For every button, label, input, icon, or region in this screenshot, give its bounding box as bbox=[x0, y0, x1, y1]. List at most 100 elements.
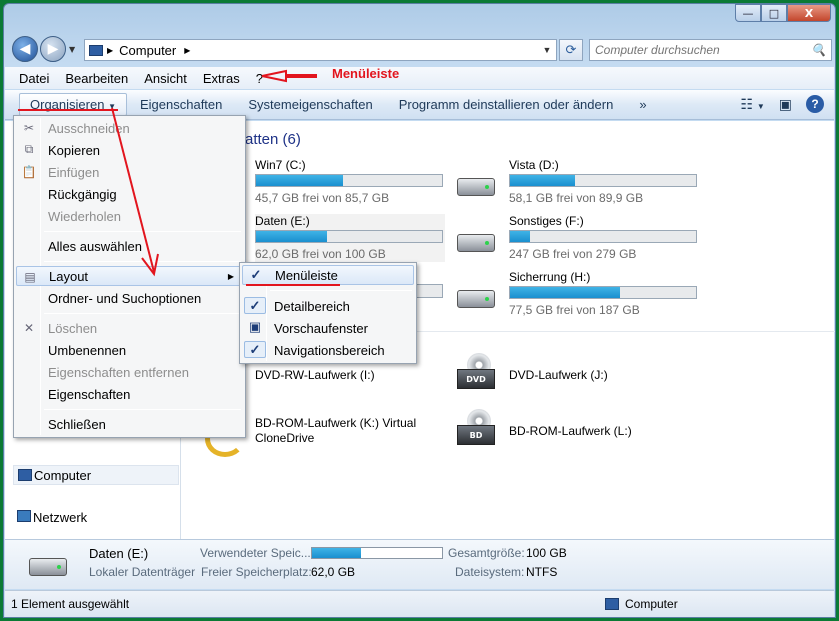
drive-usage-bar bbox=[509, 230, 697, 243]
detail-free-value: 62,0 GB bbox=[311, 565, 356, 579]
menu-item-label: Rückgängig bbox=[48, 186, 117, 202]
menu-item-select-all[interactable]: Alles auswählen bbox=[16, 236, 243, 256]
organize-button[interactable]: Organisieren ▼ bbox=[19, 93, 127, 116]
optical-drive-l[interactable]: BD-ROM-Laufwerk (L:) bbox=[509, 424, 632, 438]
bd-drive-icon: BD bbox=[457, 409, 497, 449]
close-button[interactable]: X bbox=[787, 4, 831, 22]
drive-usage-fill bbox=[256, 175, 344, 186]
recent-pages-dropdown[interactable]: ▼ bbox=[69, 45, 75, 54]
drive-free-space: 77,5 GB frei von 187 GB bbox=[509, 303, 640, 317]
search-icon[interactable]: 🔍 bbox=[811, 43, 826, 57]
drive-name: Win7 (C:) bbox=[255, 158, 306, 172]
menu-separator bbox=[44, 261, 241, 262]
menu-item-label: Menüleiste bbox=[275, 267, 338, 283]
menu-item-label: Einfügen bbox=[48, 164, 100, 180]
menu-item-details-pane[interactable]: ✓ Detailbereich bbox=[242, 296, 414, 316]
hard-drive-icon bbox=[29, 558, 67, 576]
menu-datei[interactable]: Datei bbox=[11, 71, 57, 86]
menu-item-close[interactable]: Schließen bbox=[16, 414, 243, 434]
group-title-hard-disks[interactable]: atten (6) bbox=[245, 131, 301, 148]
nav-item-label: Netzwerk bbox=[33, 509, 88, 525]
breadcrumb-separator[interactable]: ▶ bbox=[107, 46, 113, 55]
preview-pane-button[interactable]: ▣ bbox=[779, 96, 792, 113]
optical-drive-i[interactable]: DVD-RW-Laufwerk (I:) bbox=[255, 368, 375, 382]
drive-name: Vista (D:) bbox=[509, 158, 559, 172]
menu-item-navigation-pane[interactable]: ✓ Navigationsbereich bbox=[242, 340, 414, 360]
menu-item-properties[interactable]: Eigenschaften bbox=[16, 384, 243, 404]
drive-item-f[interactable]: Sonstiges (F:) 247 GB frei von 279 GB bbox=[509, 214, 699, 262]
menu-item-label: Umbenennen bbox=[48, 342, 127, 358]
menu-item-preview-pane[interactable]: ▣ Vorschaufenster bbox=[242, 318, 414, 338]
back-button[interactable]: ◀ bbox=[12, 36, 38, 62]
nav-item-network[interactable]: Netzwerk bbox=[13, 507, 179, 527]
bd-badge: BD bbox=[457, 425, 495, 445]
menu-help[interactable]: ? bbox=[248, 71, 271, 86]
organize-label: Organisieren bbox=[30, 97, 105, 112]
menu-item-paste[interactable]: 📋 Einfügen bbox=[16, 162, 243, 182]
maximize-button[interactable]: □ bbox=[761, 4, 787, 22]
computer-icon bbox=[18, 469, 32, 481]
preview-pane-icon: ▣ bbox=[248, 319, 262, 334]
menu-item-label: Vorschaufenster bbox=[274, 320, 368, 336]
help-button[interactable]: ? bbox=[806, 95, 824, 113]
breadcrumb-separator[interactable]: ▶ bbox=[184, 46, 190, 55]
drive-item-h[interactable]: Sicherrung (H:) 77,5 GB frei von 187 GB bbox=[509, 270, 699, 318]
menu-item-remove-properties[interactable]: Eigenschaften entfernen bbox=[16, 362, 243, 382]
refresh-icon: ⟳ bbox=[565, 42, 577, 58]
menu-extras[interactable]: Extras bbox=[195, 71, 248, 86]
menu-item-undo[interactable]: Rückgängig bbox=[16, 184, 243, 204]
drive-usage-fill bbox=[510, 231, 531, 242]
layout-icon: ▤ bbox=[24, 269, 36, 284]
nav-item-computer[interactable]: Computer bbox=[13, 465, 179, 485]
system-properties-button[interactable]: Systemeigenschaften bbox=[235, 97, 385, 112]
breadcrumb-computer[interactable]: Computer bbox=[119, 43, 176, 58]
check-icon: ✓ bbox=[244, 297, 266, 314]
search-input[interactable] bbox=[595, 43, 795, 57]
menu-item-folder-options[interactable]: Ordner- und Suchoptionen bbox=[16, 288, 243, 308]
minimize-button[interactable]: — bbox=[735, 4, 761, 22]
menu-item-redo[interactable]: Wiederholen bbox=[16, 206, 243, 226]
network-icon bbox=[17, 510, 31, 522]
drive-item-c[interactable]: Win7 (C:) 45,7 GB frei von 85,7 GB bbox=[255, 158, 445, 206]
paste-icon: 📋 bbox=[21, 164, 37, 179]
drive-free-space: 45,7 GB frei von 85,7 GB bbox=[255, 191, 390, 205]
view-options-button[interactable]: ☷ ▼ bbox=[740, 96, 764, 113]
menu-item-copy[interactable]: ⧉ Kopieren bbox=[16, 140, 243, 160]
menu-item-delete[interactable]: ✕ Löschen bbox=[16, 318, 243, 338]
hard-drive-icon bbox=[457, 234, 495, 252]
dvd-drive-icon: DVD bbox=[457, 353, 497, 393]
optical-drive-j[interactable]: DVD-Laufwerk (J:) bbox=[509, 368, 608, 382]
menu-item-label: Schließen bbox=[48, 416, 106, 432]
optical-drive-k[interactable]: BD-ROM-Laufwerk (K:) Virtual CloneDrive bbox=[255, 416, 425, 446]
refresh-button[interactable]: ⟳ bbox=[559, 39, 583, 61]
menu-ansicht[interactable]: Ansicht bbox=[136, 71, 195, 86]
menu-item-cut[interactable]: ✂ Ausschneiden bbox=[16, 118, 243, 138]
drive-name: BD-ROM-Laufwerk (K:) Virtual CloneDrive bbox=[255, 416, 417, 445]
drive-name: DVD-RW-Laufwerk (I:) bbox=[255, 368, 375, 382]
menu-separator bbox=[44, 313, 241, 314]
menu-item-label: Ausschneiden bbox=[48, 120, 130, 136]
preview-pane-icon: ▣ bbox=[778, 95, 792, 112]
computer-icon bbox=[89, 44, 103, 56]
drive-name: Sonstiges (F:) bbox=[509, 214, 584, 228]
nav-item-label: Computer bbox=[34, 467, 92, 483]
caption-buttons: — □ X bbox=[735, 4, 831, 22]
forward-button[interactable]: ▶ bbox=[40, 36, 66, 62]
properties-button[interactable]: Eigenschaften bbox=[127, 97, 235, 112]
menu-separator bbox=[44, 231, 241, 232]
search-box[interactable]: 🔍 bbox=[589, 39, 832, 61]
drive-item-d[interactable]: Vista (D:) 58,1 GB frei von 89,9 GB bbox=[509, 158, 699, 206]
address-bar[interactable]: ▶ Computer ▶ ▼ bbox=[84, 39, 557, 61]
drive-usage-fill bbox=[256, 231, 327, 242]
address-dropdown-button[interactable]: ▼ bbox=[538, 45, 556, 55]
drive-item-e[interactable]: Daten (E:) 62,0 GB frei von 100 GB bbox=[255, 214, 445, 262]
drive-usage-fill bbox=[510, 287, 620, 298]
menu-item-layout[interactable]: ▤ Layout ▶ bbox=[16, 266, 243, 286]
menu-item-menubar[interactable]: ✓ Menüleiste bbox=[242, 265, 414, 285]
uninstall-program-button[interactable]: Programm deinstallieren oder ändern bbox=[386, 97, 627, 112]
chevron-down-icon: ▼ bbox=[756, 101, 765, 111]
menu-bearbeiten[interactable]: Bearbeiten bbox=[57, 71, 136, 86]
more-commands-button[interactable]: » bbox=[626, 97, 659, 112]
menu-item-rename[interactable]: Umbenennen bbox=[16, 340, 243, 360]
hard-drive-icon bbox=[457, 178, 495, 196]
